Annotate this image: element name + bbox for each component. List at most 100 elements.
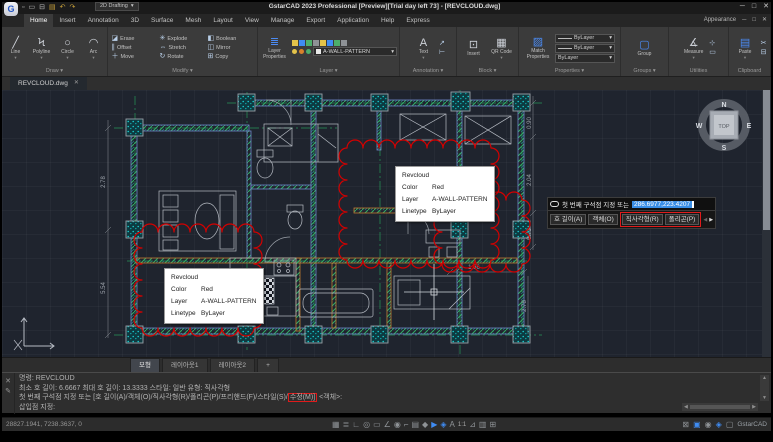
document-tab-revcloud[interactable]: REVCLOUD.dwg ✕ <box>10 77 87 90</box>
scrollbar-thumb[interactable] <box>763 90 770 230</box>
polar-tracking-toggle[interactable]: ◎ <box>363 420 370 430</box>
isolate-objects-toggle[interactable]: ⊞ <box>489 420 496 430</box>
command-horizontal-scrollbar[interactable]: ◀ ▶ <box>682 403 758 411</box>
scroll-up-icon[interactable]: ▲ <box>762 375 767 381</box>
dimension-icon[interactable]: ⊢ <box>439 49 445 57</box>
tab-insert[interactable]: Insert <box>53 14 81 27</box>
ortho-toggle[interactable]: ∟ <box>352 420 360 430</box>
panel-label-layer[interactable]: Layer ▾ <box>258 67 399 76</box>
insert-block-button[interactable]: ⊡ Insert <box>461 39 486 57</box>
panel-label-groups[interactable]: Groups ▾ <box>621 67 668 76</box>
tool-offset[interactable]: ∥ Offset <box>112 44 158 52</box>
color-dropdown[interactable]: ByLayer ▾ <box>555 33 615 43</box>
layer-unlock-icon[interactable] <box>306 49 311 54</box>
quick-calc-icon[interactable]: ▭ <box>709 49 716 57</box>
option-polygon[interactable]: 폴리곤(P) <box>664 214 700 225</box>
tab-layout1[interactable]: 레이아웃1 <box>161 358 208 372</box>
scroll-down-icon[interactable]: ▼ <box>762 395 767 401</box>
print-icon[interactable]: ▤ <box>49 3 56 12</box>
tab-surface[interactable]: Surface <box>145 14 179 27</box>
group-button[interactable]: ▢ Group <box>632 39 657 57</box>
new-icon[interactable]: ▫ <box>22 3 24 12</box>
tab-export[interactable]: Export <box>300 14 331 27</box>
annotation-visibility-toggle[interactable]: A <box>450 420 455 430</box>
tool-boolean[interactable]: ◧ Boolean <box>208 35 254 43</box>
tab-3d[interactable]: 3D <box>125 14 145 27</box>
tab-help[interactable]: Help <box>375 14 400 27</box>
panel-label-clipboard[interactable]: Clipboard <box>729 67 770 76</box>
tool-copy[interactable]: ⊞ Copy <box>208 53 254 61</box>
minimize-button[interactable]: ─ <box>740 2 745 11</box>
qr-code-button[interactable]: ▦ QR Code ▾ <box>489 37 514 60</box>
measure-button[interactable]: ∡ Measure ▾ <box>681 37 706 60</box>
close-button[interactable]: ✕ <box>763 2 769 11</box>
command-line-panel[interactable]: ✕ ✎ 명령: REVCLOUD 최소 호 길이: 6.6667 최대 호 길이… <box>2 372 771 414</box>
layer-state-icons[interactable] <box>292 40 397 46</box>
dynamic-input-toggle[interactable]: ⌐ <box>404 420 409 430</box>
paste-button[interactable]: ▤ Paste ▾ <box>733 37 758 60</box>
command-history[interactable]: 명령: REVCLOUD 최소 호 길이: 6.6667 최대 호 길이: 13… <box>19 374 749 412</box>
tab-mesh[interactable]: Mesh <box>179 14 207 27</box>
tool-mirror[interactable]: ◫ Mirror <box>208 44 254 52</box>
panel-label-block[interactable]: Block ▾ <box>457 67 518 76</box>
text-tool[interactable]: A Text ▾ <box>411 37 436 60</box>
tool-move[interactable]: ＋ Move <box>112 53 158 61</box>
lineweight-toggle[interactable]: ▤ <box>411 420 419 430</box>
tool-line[interactable]: ╱ Line ▾ <box>4 37 27 60</box>
panel-label-utilities[interactable]: Utilities <box>669 67 728 76</box>
tool-arc[interactable]: ◠ Arc ▾ <box>82 37 105 60</box>
id-point-icon[interactable]: ⊹ <box>709 40 715 48</box>
leader-icon[interactable]: ↗ <box>439 40 445 48</box>
clean-screen-icon[interactable]: ▢ <box>726 420 734 430</box>
match-properties-button[interactable]: ▨ Match Properties <box>524 36 552 60</box>
document-tab-close-icon[interactable]: ✕ <box>74 77 79 90</box>
tab-application[interactable]: Application <box>331 14 375 27</box>
option-arc-length[interactable]: 호 길이(A) <box>550 214 587 225</box>
cloud-sync-icon[interactable]: ◈ <box>716 420 722 430</box>
performance-icon[interactable]: ▣ <box>693 420 701 430</box>
tool-stretch[interactable]: ⇔ Stretch <box>160 44 206 52</box>
object-snap-toggle[interactable]: ▭ <box>373 420 381 430</box>
tool-circle[interactable]: ○ Circle ▾ <box>56 37 79 60</box>
undo-icon[interactable]: ↶ <box>60 3 66 12</box>
scroll-left-icon[interactable]: ◀ <box>684 404 688 410</box>
layer-thaw-icon[interactable] <box>299 49 304 54</box>
dynamic-ucs-toggle[interactable]: ◉ <box>394 420 401 430</box>
3d-osnap-toggle[interactable]: ◈ <box>440 420 446 430</box>
drawing-vertical-scrollbar[interactable] <box>762 90 771 357</box>
tool-erase[interactable]: ◪ Erase <box>112 35 158 43</box>
annotation-scale[interactable]: 1:1 <box>458 420 466 430</box>
drawing-viewport[interactable]: 2.78 5.54 0.90 2.04 0.73 1.66 2.78 TOP N… <box>2 90 771 357</box>
annotation-monitor-toggle[interactable]: ▥ <box>479 420 487 430</box>
tab-add-layout[interactable]: + <box>257 358 279 372</box>
layer-properties-button[interactable]: ≣ Layer Properties <box>260 36 289 60</box>
app-logo-icon[interactable]: G <box>4 2 18 16</box>
tab-layout[interactable]: Layout <box>207 14 239 27</box>
tab-annotation[interactable]: Annotation <box>82 14 125 27</box>
panel-label-draw[interactable]: Draw ▾ <box>2 67 107 76</box>
next-arrow-icon[interactable]: ▶ <box>709 217 713 223</box>
panel-label-properties[interactable]: Properties ▾ <box>519 67 620 76</box>
redo-icon[interactable]: ↷ <box>69 3 75 12</box>
tab-model[interactable]: 모형 <box>130 358 160 372</box>
transparency-toggle[interactable]: ◆ <box>422 420 428 430</box>
scroll-right-icon[interactable]: ▶ <box>752 404 756 410</box>
open-icon[interactable]: ▭ <box>28 3 35 12</box>
selection-cycling-toggle[interactable]: ▶ <box>431 420 437 430</box>
workspace-switcher[interactable]: 2D Drafting ▾ <box>95 2 139 11</box>
viewcube[interactable]: TOP N E S W <box>696 99 752 152</box>
tab-manage[interactable]: Manage <box>265 14 301 27</box>
appearance-menu[interactable]: Appearance ─ □ ✕ <box>704 14 767 27</box>
edit-command-icon[interactable]: ✎ <box>5 387 11 395</box>
cut-icon[interactable]: ✂ <box>761 40 767 48</box>
notification-icon[interactable]: ◉ <box>705 420 712 430</box>
grid-toggle[interactable]: ≣ <box>343 420 350 430</box>
tab-home[interactable]: Home <box>24 14 54 27</box>
snap-toggle[interactable]: ▦ <box>332 420 340 430</box>
panel-label-annotation[interactable]: Annotation ▾ <box>400 67 456 76</box>
copy-clip-icon[interactable]: ⊟ <box>761 49 767 57</box>
lineweight-dropdown[interactable]: ByLayer ▾ <box>555 43 615 53</box>
layer-on-icon[interactable] <box>292 49 297 54</box>
maximize-button[interactable]: □ <box>752 2 756 11</box>
option-object[interactable]: 객체(O) <box>588 214 618 225</box>
